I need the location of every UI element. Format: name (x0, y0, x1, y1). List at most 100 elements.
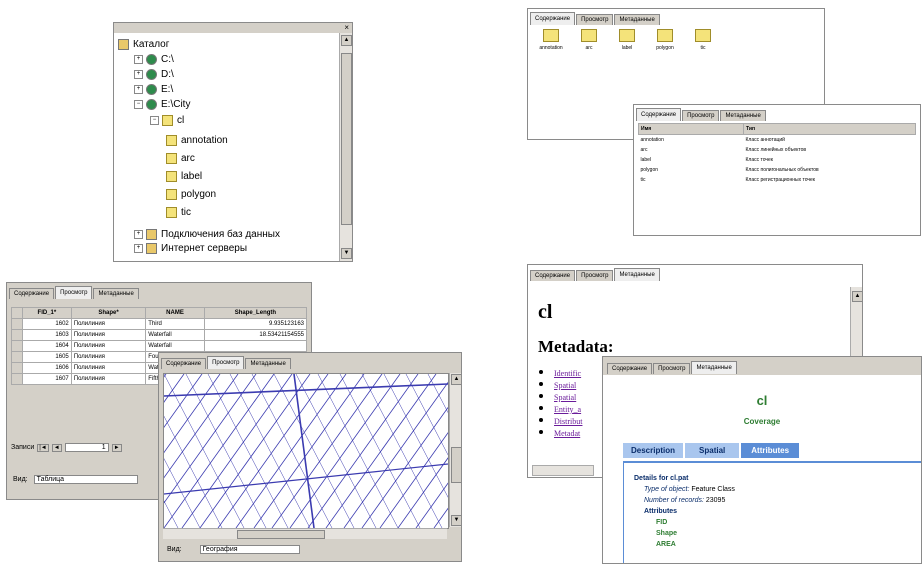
catalog-scrollbar[interactable]: ▲ ▼ (339, 33, 352, 261)
content-icon-item[interactable]: arc (572, 29, 606, 51)
tab-contents[interactable]: Содержание (530, 12, 576, 25)
table-row[interactable]: 1603 Полилиния Waterfall 18.53421154555 (11, 329, 308, 341)
map-vscrollbar[interactable]: ▲ ▼ (449, 373, 461, 527)
row-selector[interactable] (11, 318, 23, 330)
table-cell: Waterfall (145, 329, 205, 341)
table-row[interactable]: 1604 Полилиния Waterfall (11, 340, 308, 352)
next-record-button[interactable]: ► (111, 443, 122, 452)
tree-item[interactable]: + C:\ (134, 52, 174, 66)
tab-metadata[interactable]: Метаданные (720, 110, 766, 121)
row-selector[interactable] (11, 362, 23, 374)
collapse-icon[interactable]: − (150, 115, 159, 125)
metadata-link[interactable]: Distribut (554, 417, 582, 426)
table-row[interactable]: label Класс точек (639, 155, 916, 165)
table-row[interactable]: polygon Класс полигональных объектов (639, 165, 916, 175)
tab-preview[interactable]: Просмотр (576, 270, 614, 281)
expand-icon[interactable]: + (134, 54, 143, 64)
tab-preview[interactable]: Просмотр (576, 14, 614, 25)
column-header[interactable]: Тип (743, 123, 916, 135)
tab-metadata[interactable]: Метаданные (691, 361, 737, 374)
column-header[interactable]: Shape_Length (203, 307, 308, 319)
metadata-link[interactable]: Metadat (554, 429, 580, 438)
tree-item[interactable]: polygon (166, 187, 216, 201)
card-tab-attributes[interactable]: Attributes (741, 443, 800, 458)
column-header[interactable]: NAME (145, 307, 205, 319)
row-selector[interactable] (11, 373, 23, 385)
row-selector[interactable] (11, 329, 23, 341)
map-canvas[interactable] (163, 373, 449, 529)
card-tab-description[interactable]: Description (623, 443, 684, 458)
tree-item[interactable]: + Интернет серверы (134, 241, 247, 255)
map-hscrollbar[interactable] (163, 528, 447, 539)
table-row[interactable]: annotation Класс аннотаций (639, 135, 916, 146)
metadata-hscrollbar[interactable] (532, 465, 594, 476)
expand-icon[interactable]: + (134, 243, 143, 253)
scroll-thumb[interactable] (451, 447, 461, 483)
tree-item[interactable]: + D:\ (134, 67, 174, 81)
scroll-up-icon[interactable]: ▲ (852, 291, 862, 302)
tab-preview[interactable]: Просмотр (55, 286, 93, 299)
tab-contents[interactable]: Содержание (9, 288, 55, 299)
metadata-link[interactable]: Spatial (554, 393, 576, 402)
tab-contents[interactable]: Содержание (161, 358, 207, 369)
scroll-thumb[interactable] (341, 53, 352, 225)
tree-item[interactable]: + Подключения баз данных (134, 227, 280, 241)
content-icon-item[interactable]: annotation (534, 29, 568, 51)
first-record-button[interactable]: |◄ (37, 443, 49, 452)
tree-item[interactable]: arc (166, 151, 195, 165)
tab-metadata[interactable]: Метаданные (93, 288, 139, 299)
scroll-down-icon[interactable]: ▼ (451, 515, 461, 526)
attribute-item[interactable]: FID (656, 517, 921, 528)
card-tab-spatial[interactable]: Spatial (685, 443, 740, 458)
metadata-link[interactable]: Spatial (554, 381, 576, 390)
tab-contents[interactable]: Содержание (530, 270, 576, 281)
view-dropdown[interactable]: География (199, 545, 300, 554)
tab-metadata[interactable]: Метаданные (614, 268, 660, 281)
expand-icon[interactable]: + (134, 84, 143, 94)
tree-item[interactable]: label (166, 169, 202, 183)
prev-record-button[interactable]: ◄ (51, 443, 62, 452)
tree-item[interactable]: annotation (166, 133, 228, 147)
tab-preview[interactable]: Просмотр (207, 356, 245, 369)
expand-icon[interactable]: + (134, 69, 143, 79)
column-header[interactable]: Shape* (70, 307, 147, 319)
column-header[interactable]: Имя (638, 123, 744, 135)
record-input[interactable]: 1 (64, 443, 109, 452)
row-selector[interactable] (11, 340, 23, 352)
tree-item[interactable]: − cl (150, 113, 184, 127)
street-line (293, 374, 315, 528)
scroll-up-icon[interactable]: ▲ (451, 374, 461, 385)
tab-preview[interactable]: Просмотр (682, 110, 720, 121)
row-selector[interactable] (11, 351, 23, 363)
metadata-link[interactable]: Identific (554, 369, 581, 378)
metadata-link[interactable]: Entity_a (554, 405, 581, 414)
table-row[interactable]: tic Класс регистрационных точек (639, 175, 916, 185)
view-dropdown[interactable]: Таблица (33, 475, 138, 484)
tree-item-label: E:\ (161, 83, 174, 95)
tab-metadata[interactable]: Метаданные (245, 358, 291, 369)
column-header[interactable]: FID_1* (22, 307, 72, 319)
scroll-thumb[interactable] (237, 530, 325, 539)
tree-item[interactable]: − E:\City (134, 97, 190, 111)
collapse-icon[interactable]: − (134, 99, 143, 109)
tree-item[interactable]: tic (166, 205, 191, 219)
table-row[interactable]: arc Класс линейных объектов (639, 145, 916, 155)
tree-item[interactable]: Каталог (118, 37, 169, 51)
scroll-up-icon[interactable]: ▲ (341, 35, 352, 46)
tab-contents[interactable]: Содержание (636, 108, 682, 121)
metadata-link-item: Distribut (554, 415, 582, 427)
attribute-item[interactable]: AREA (656, 539, 921, 550)
tab-contents[interactable]: Содержание (607, 363, 653, 374)
tab-metadata[interactable]: Метаданные (614, 14, 660, 25)
tab-preview[interactable]: Просмотр (653, 363, 691, 374)
content-icon-item[interactable]: label (610, 29, 644, 51)
scroll-down-icon[interactable]: ▼ (341, 248, 352, 259)
tree-item[interactable]: + E:\ (134, 82, 173, 96)
content-icon-item[interactable]: tic (686, 29, 720, 51)
attribute-item[interactable]: Shape (656, 528, 921, 539)
tree-item-label: C:\ (161, 53, 174, 65)
content-icon-item[interactable]: polygon (648, 29, 682, 51)
close-icon[interactable]: × (344, 23, 349, 33)
expand-icon[interactable]: + (134, 229, 143, 239)
table-row[interactable]: 1602 Полилиния Third 9.935123163 (11, 318, 308, 330)
